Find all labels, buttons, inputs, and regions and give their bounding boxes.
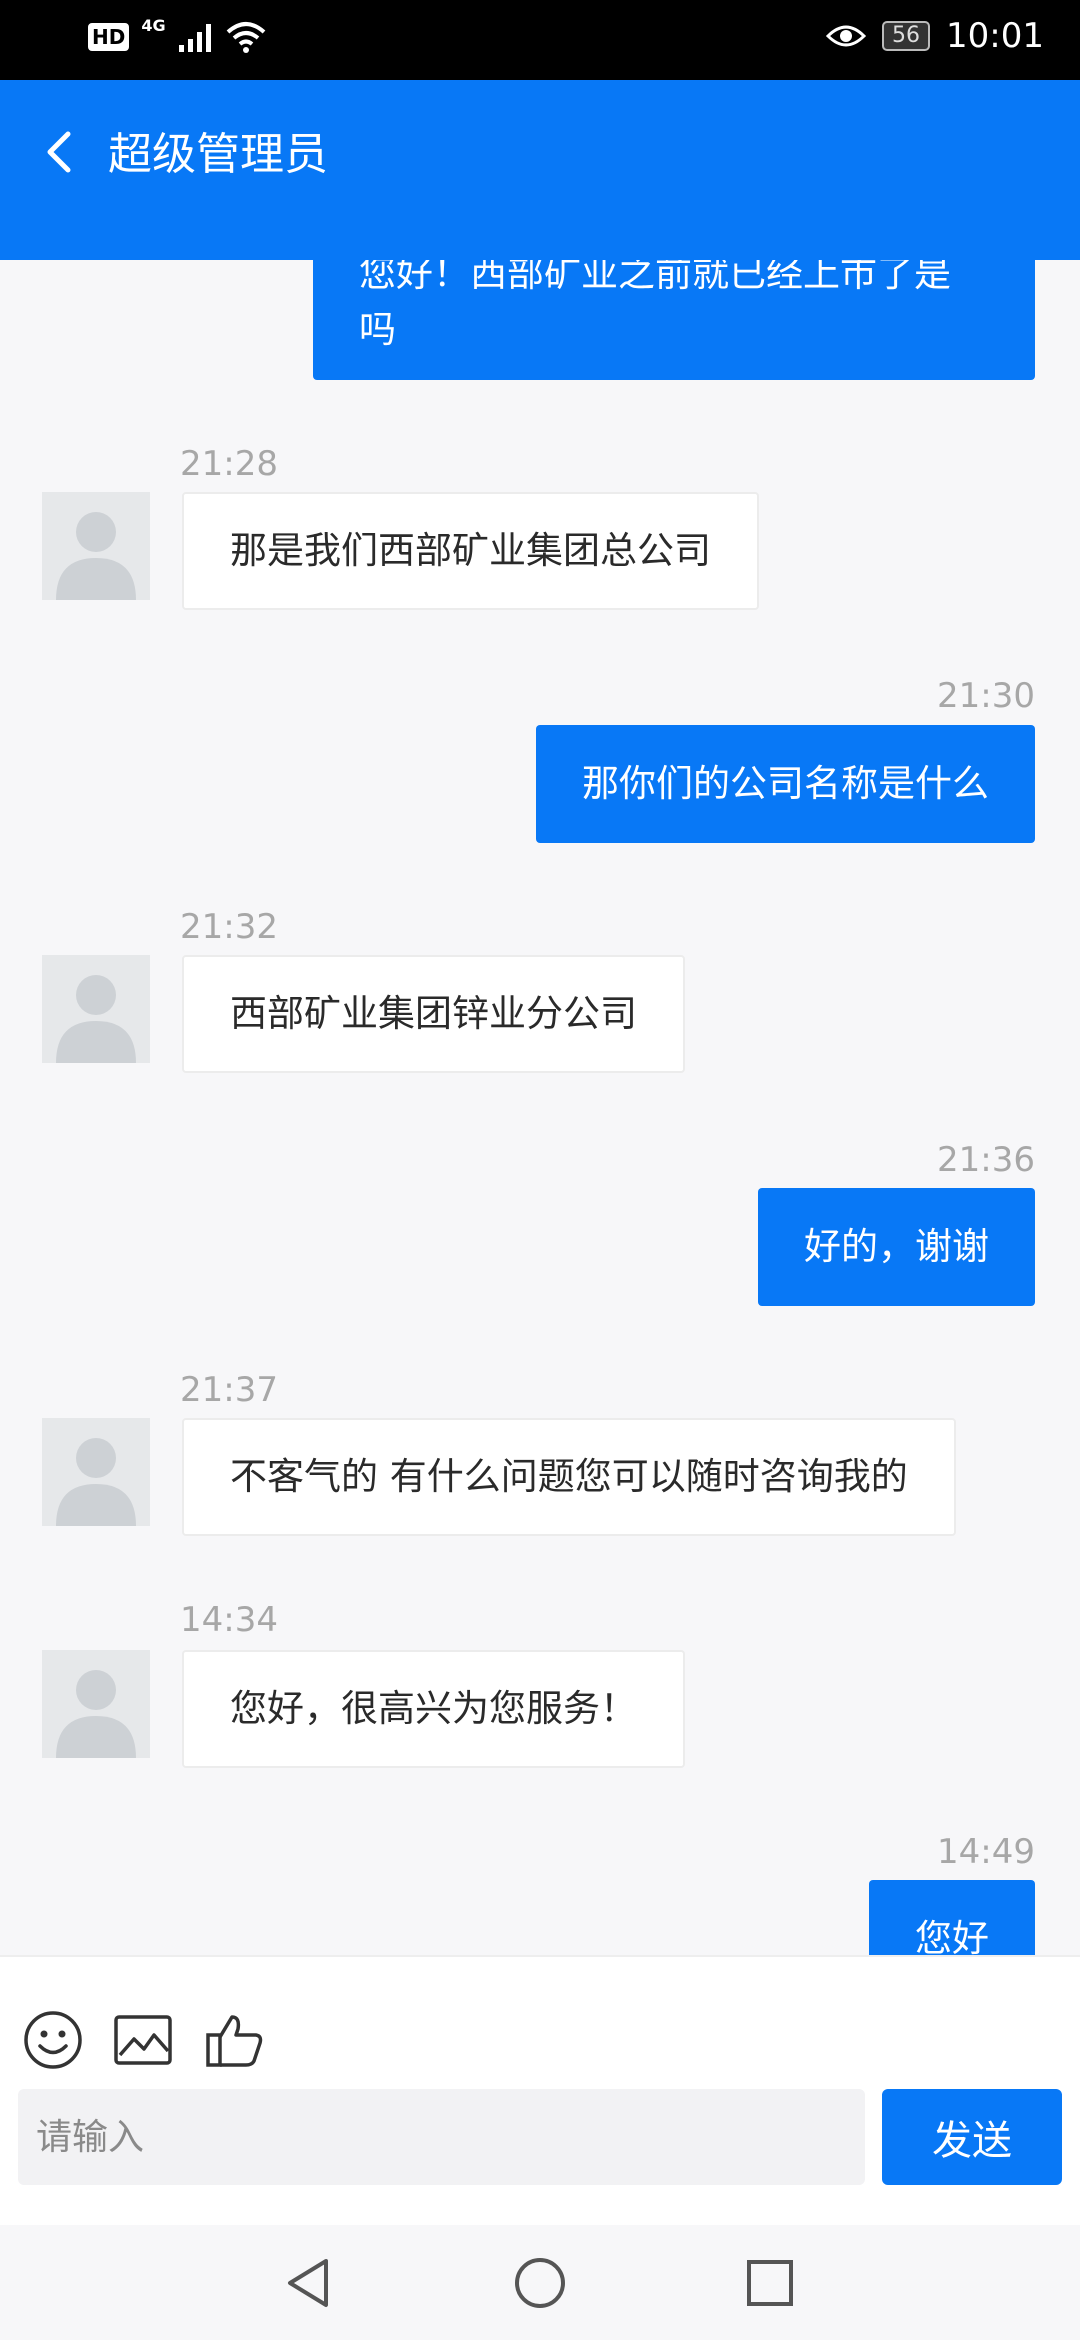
status-left: HD 4G bbox=[88, 16, 266, 54]
message-time: 14:34 bbox=[180, 1600, 278, 1640]
message-time: 21:30 bbox=[937, 676, 1035, 716]
avatar-placeholder-icon bbox=[56, 512, 136, 600]
message-list[interactable]: 您好！西部矿业之前就已经上市了是 吗 21:28 那是我们西部矿业集团总公司 2… bbox=[0, 260, 1080, 1955]
message-incoming[interactable]: 不客气的 有什么问题您可以随时咨询我的 bbox=[182, 1418, 956, 1536]
message-input[interactable] bbox=[18, 2089, 865, 2185]
send-button[interactable]: 发送 bbox=[882, 2089, 1062, 2185]
system-nav-bar bbox=[0, 2225, 1080, 2340]
message-incoming[interactable]: 您好，很高兴为您服务！ bbox=[182, 1650, 685, 1768]
emoji-icon[interactable] bbox=[22, 2009, 84, 2071]
signal-icon bbox=[178, 24, 211, 52]
status-right: 56 10:01 bbox=[826, 16, 1044, 56]
avatar-placeholder-icon bbox=[56, 1438, 136, 1526]
status-time: 10:01 bbox=[946, 16, 1044, 56]
nav-recents-icon[interactable] bbox=[740, 2253, 800, 2313]
avatar[interactable] bbox=[42, 955, 150, 1063]
message-outgoing[interactable]: 您好 bbox=[869, 1880, 1035, 1955]
nav-home-icon[interactable] bbox=[510, 2253, 570, 2313]
avatar[interactable] bbox=[42, 492, 150, 600]
chat-title: 超级管理员 bbox=[108, 129, 328, 180]
avatar[interactable] bbox=[42, 1418, 150, 1526]
message-outgoing[interactable]: 那你们的公司名称是什么 bbox=[536, 725, 1035, 843]
message-composer: 发送 bbox=[0, 1955, 1080, 2225]
avatar[interactable] bbox=[42, 1650, 150, 1758]
message-outgoing[interactable]: 好的，谢谢 bbox=[758, 1188, 1035, 1306]
status-bar: HD 4G 56 10:01 bbox=[0, 0, 1080, 80]
avatar-placeholder-icon bbox=[56, 975, 136, 1063]
image-icon[interactable] bbox=[112, 2009, 174, 2071]
avatar-placeholder-icon bbox=[56, 1670, 136, 1758]
message-time: 21:32 bbox=[180, 907, 278, 947]
message-outgoing[interactable]: 您好！西部矿业之前就已经上市了是 吗 bbox=[313, 260, 1035, 380]
message-text-line: 吗 bbox=[359, 308, 396, 351]
message-time: 21:37 bbox=[180, 1370, 278, 1410]
eye-comfort-icon bbox=[826, 25, 867, 47]
thumbs-up-icon[interactable] bbox=[204, 2009, 266, 2071]
nav-back-icon[interactable] bbox=[280, 2253, 340, 2313]
back-arrow-icon[interactable] bbox=[40, 116, 80, 188]
hd-badge: HD bbox=[88, 23, 130, 51]
battery-indicator: 56 bbox=[882, 21, 931, 51]
message-time: 21:36 bbox=[937, 1140, 1035, 1180]
message-incoming[interactable]: 那是我们西部矿业集团总公司 bbox=[182, 492, 759, 610]
wifi-icon bbox=[226, 22, 265, 53]
message-time: 21:28 bbox=[180, 444, 278, 484]
message-text-line: 您好！西部矿业之前就已经上市了是 bbox=[359, 260, 951, 295]
message-time: 14:49 bbox=[937, 1832, 1035, 1872]
chat-header: 超级管理员 bbox=[0, 80, 1080, 260]
message-incoming[interactable]: 西部矿业集团锌业分公司 bbox=[182, 955, 685, 1073]
network-type: 4G bbox=[141, 15, 166, 35]
